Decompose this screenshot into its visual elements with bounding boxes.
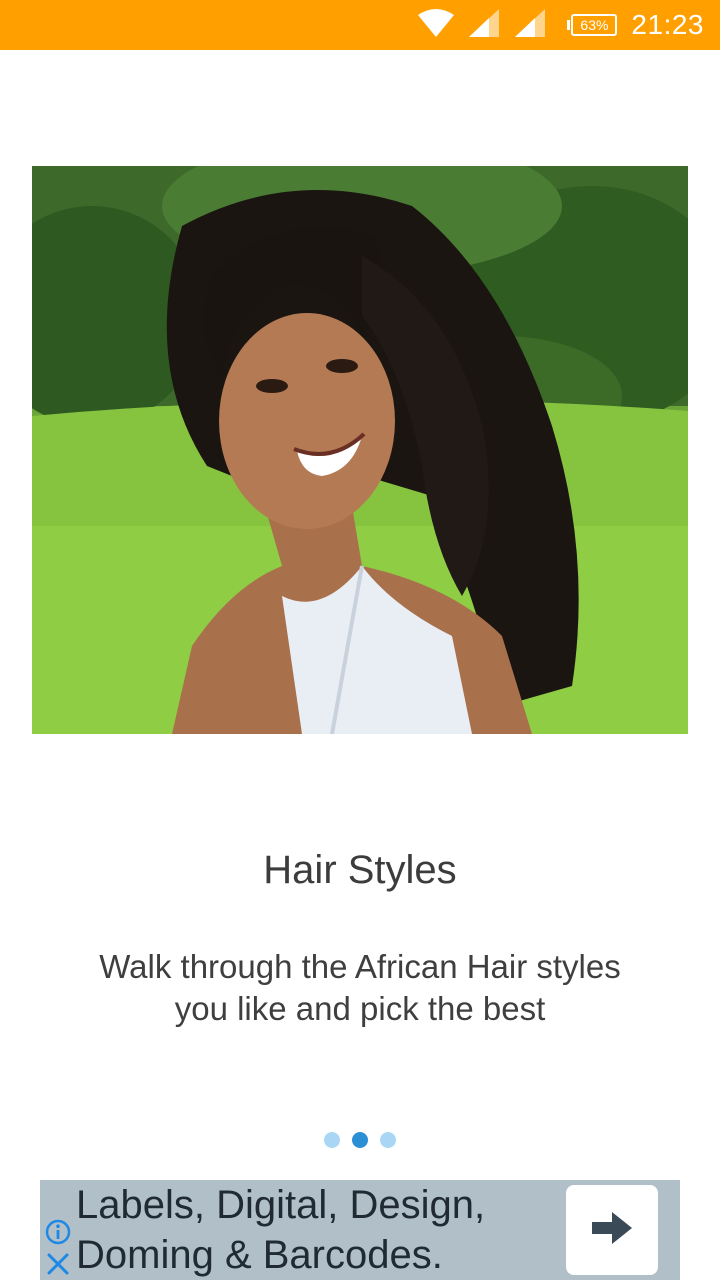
ad-info-icon[interactable] [44, 1218, 72, 1246]
battery-icon: 63% [567, 14, 618, 36]
page-dot-2-active[interactable] [352, 1132, 368, 1148]
status-bar: 63% 21:23 [0, 0, 720, 50]
arrow-right-icon [590, 1210, 634, 1251]
ad-text-line[interactable]: Labels, Digital, Design, [76, 1180, 576, 1230]
description-line: you like and pick the best [174, 990, 546, 1027]
ad-text-line[interactable]: Doming & Barcodes. [76, 1230, 576, 1280]
page-description: Walk through the African Hair styles you… [40, 946, 680, 1030]
page-dot-3[interactable] [380, 1132, 396, 1148]
signal-icon [467, 8, 501, 42]
ad-close-icon[interactable] [44, 1250, 72, 1278]
ad-text[interactable]: Labels, Digital, Design, Doming & Barcod… [76, 1180, 576, 1280]
battery-level: 63% [571, 14, 618, 36]
signal-icon [513, 8, 547, 42]
wifi-icon [417, 8, 455, 42]
battery-tip [567, 20, 571, 30]
ad-banner[interactable]: Labels, Digital, Design, Doming & Barcod… [40, 1180, 680, 1280]
description-line: Walk through the African Hair styles [99, 948, 621, 985]
page-dot-1[interactable] [324, 1132, 340, 1148]
status-clock: 21:23 [631, 9, 704, 40]
page-indicator [0, 1131, 720, 1149]
ad-open-button[interactable] [566, 1185, 658, 1275]
hairstyle-photo [32, 166, 688, 734]
page-title: Hair Styles [263, 848, 457, 892]
